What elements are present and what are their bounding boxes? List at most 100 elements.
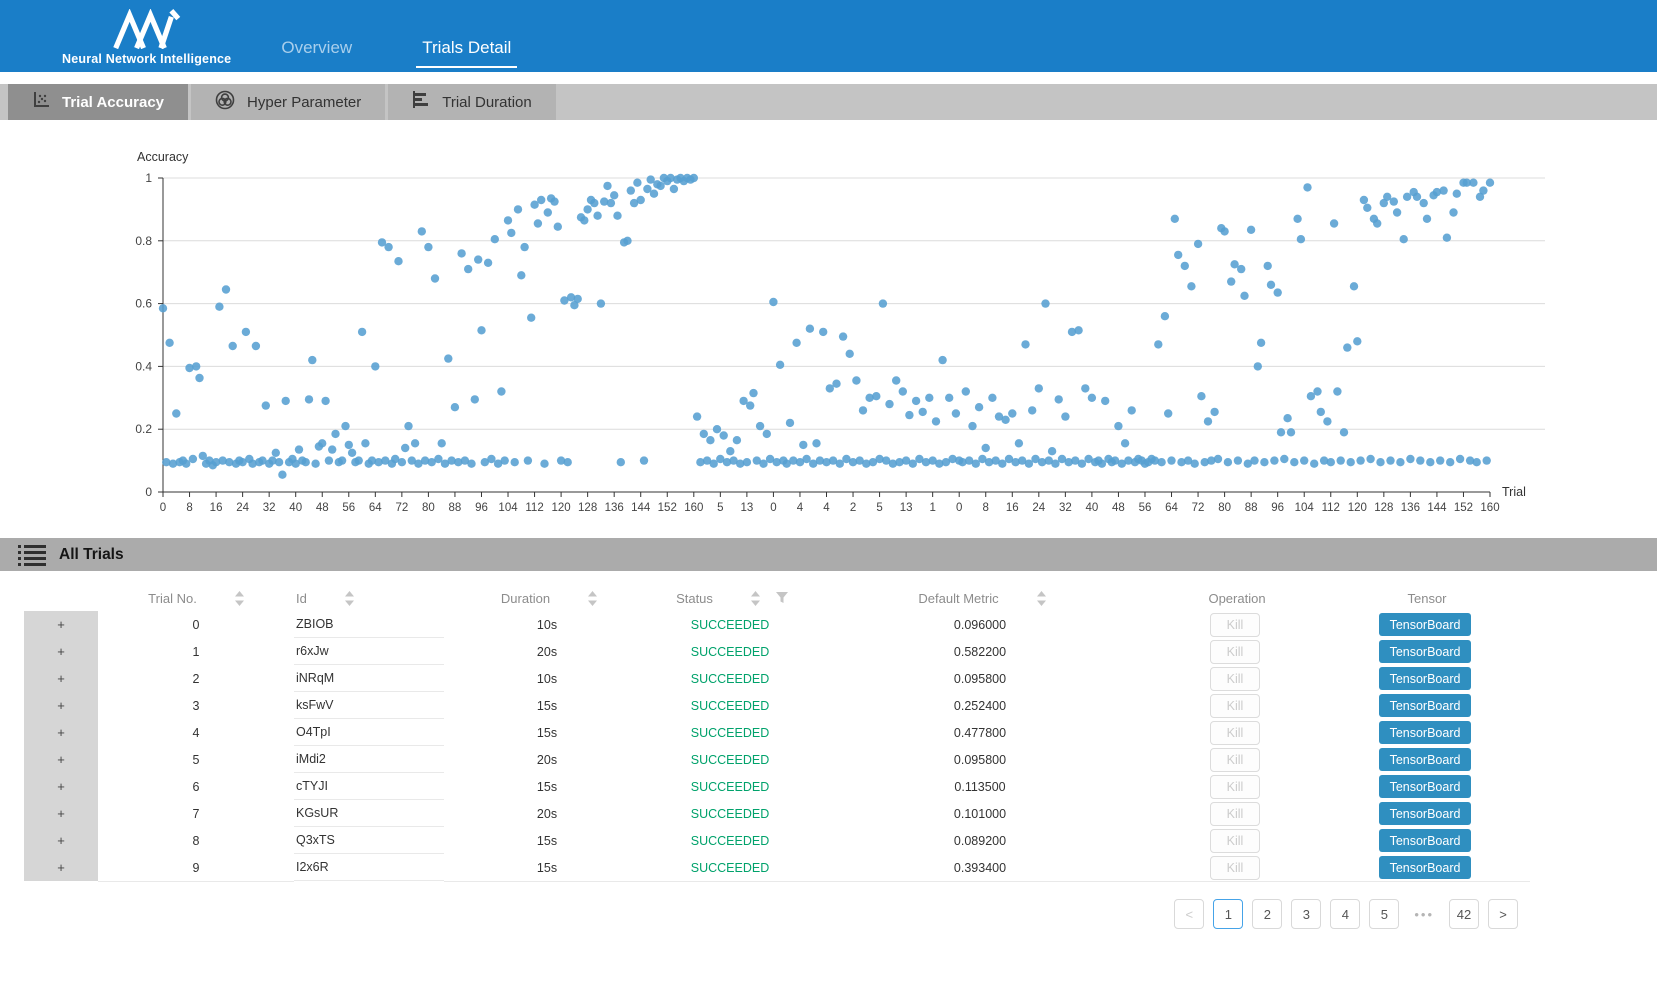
scatter-point [905, 411, 913, 419]
tensorboard-button[interactable]: TensorBoard [1379, 640, 1471, 663]
scatter-point [1360, 196, 1368, 204]
subtab-trial-duration[interactable]: Trial Duration [388, 84, 555, 120]
duration-cell: 20s [444, 800, 650, 828]
table-header-row: Trial No.IdDurationStatusDefault MetricO… [24, 585, 1532, 611]
scatter-point [852, 376, 860, 384]
tab-trials-detail[interactable]: Trials Detail [416, 34, 517, 68]
page-ellipsis[interactable]: ••• [1408, 899, 1440, 929]
scatter-point [1343, 343, 1351, 351]
expand-row-button[interactable]: + [24, 611, 98, 639]
duration-cell: 15s [444, 719, 650, 747]
trial-id-cell: ZBIOB [294, 611, 444, 638]
page-button-2[interactable]: 2 [1252, 899, 1282, 929]
column-header-tensor: Tensor [1322, 585, 1532, 611]
kill-button[interactable]: Kill [1210, 829, 1260, 853]
svg-text:13: 13 [740, 502, 753, 514]
tensorboard-button[interactable]: TensorBoard [1379, 856, 1471, 879]
sort-icon[interactable] [345, 591, 354, 606]
trial-no-cell: 7 [98, 800, 294, 828]
tensorboard-button[interactable]: TensorBoard [1379, 721, 1471, 744]
tensorboard-button[interactable]: TensorBoard [1379, 667, 1471, 690]
svg-text:88: 88 [1245, 502, 1258, 514]
sort-icon[interactable] [1037, 591, 1046, 606]
subtab-trial-accuracy[interactable]: Trial Accuracy [8, 84, 188, 120]
subtab-label: Trial Duration [442, 94, 531, 111]
svg-text:0: 0 [770, 502, 776, 514]
tensorboard-button[interactable]: TensorBoard [1379, 748, 1471, 771]
sort-icon[interactable] [588, 591, 597, 606]
scatter-point [1187, 282, 1195, 290]
page-button-5[interactable]: 5 [1369, 899, 1399, 929]
scatter-point [1048, 447, 1056, 455]
svg-text:8: 8 [983, 502, 989, 514]
duration-cell: 20s [444, 638, 650, 666]
expand-row-button[interactable]: + [24, 719, 98, 747]
kill-button[interactable]: Kill [1210, 613, 1260, 637]
tensorboard-button[interactable]: TensorBoard [1379, 694, 1471, 717]
scatter-point [1234, 456, 1242, 464]
kill-button[interactable]: Kill [1210, 721, 1260, 745]
table-row: +2iNRqM10sSUCCEEDED0.095800KillTensorBoa… [24, 665, 1532, 692]
scatter-point [637, 196, 645, 204]
scatter-point [1396, 458, 1404, 466]
svg-text:104: 104 [498, 502, 518, 514]
scatter-point [1181, 262, 1189, 270]
expand-row-button[interactable]: + [24, 854, 98, 882]
tensor-cell: TensorBoard [1320, 692, 1530, 720]
scatter-point [700, 430, 708, 438]
tensorboard-button[interactable]: TensorBoard [1379, 613, 1471, 636]
scatter-point [1287, 428, 1295, 436]
scatter-point [524, 456, 532, 464]
kill-button[interactable]: Kill [1210, 802, 1260, 826]
subtab-hyper-parameter[interactable]: Hyper Parameter [191, 84, 385, 120]
scatter-point [331, 430, 339, 438]
top-navbar: Neural Network Intelligence OverviewTria… [0, 0, 1657, 72]
page-button-4[interactable]: 4 [1330, 899, 1360, 929]
tensorboard-button[interactable]: TensorBoard [1379, 802, 1471, 825]
kill-button[interactable]: Kill [1210, 775, 1260, 799]
svg-text:2: 2 [850, 502, 856, 514]
scatter-point [537, 196, 545, 204]
sort-icon[interactable] [751, 591, 760, 606]
trial-no-cell: 6 [98, 773, 294, 801]
operation-cell: Kill [1150, 692, 1320, 720]
kill-button[interactable]: Kill [1210, 748, 1260, 772]
expand-row-button[interactable]: + [24, 665, 98, 693]
scatter-point [1293, 215, 1301, 223]
kill-button[interactable]: Kill [1210, 856, 1260, 880]
svg-text:0: 0 [956, 502, 962, 514]
tab-overview[interactable]: Overview [275, 34, 358, 68]
trial-no-cell: 2 [98, 665, 294, 693]
expand-row-button[interactable]: + [24, 773, 98, 801]
filter-icon[interactable] [776, 592, 788, 604]
kill-button[interactable]: Kill [1210, 667, 1260, 691]
scatter-point [1300, 456, 1308, 464]
table-row: +0ZBIOB10sSUCCEEDED0.096000KillTensorBoa… [24, 611, 1532, 638]
page-button-42[interactable]: 42 [1449, 899, 1479, 929]
page-button-3[interactable]: 3 [1291, 899, 1321, 929]
expand-row-button[interactable]: + [24, 800, 98, 828]
scatter-point [670, 185, 678, 193]
svg-text:Accuracy: Accuracy [137, 150, 189, 164]
svg-text:64: 64 [369, 502, 382, 514]
kill-button[interactable]: Kill [1210, 640, 1260, 664]
tensorboard-button[interactable]: TensorBoard [1379, 775, 1471, 798]
svg-text:24: 24 [236, 502, 249, 514]
tensorboard-button[interactable]: TensorBoard [1379, 829, 1471, 852]
scatter-point [726, 447, 734, 455]
expand-row-button[interactable]: + [24, 827, 98, 855]
expand-row-button[interactable]: + [24, 692, 98, 720]
scatter-point [345, 441, 353, 449]
expand-row-button[interactable]: + [24, 638, 98, 666]
page-button-1[interactable]: 1 [1213, 899, 1243, 929]
expand-row-button[interactable]: + [24, 746, 98, 774]
svg-text:40: 40 [1086, 502, 1099, 514]
scatter-point [650, 190, 658, 198]
tensor-cell: TensorBoard [1320, 800, 1530, 828]
scatter-point [1101, 397, 1109, 405]
scatter-point [1350, 282, 1358, 290]
next-page-button[interactable]: > [1488, 899, 1518, 929]
kill-button[interactable]: Kill [1210, 694, 1260, 718]
sort-icon[interactable] [235, 591, 244, 606]
scatter-point [1453, 190, 1461, 198]
